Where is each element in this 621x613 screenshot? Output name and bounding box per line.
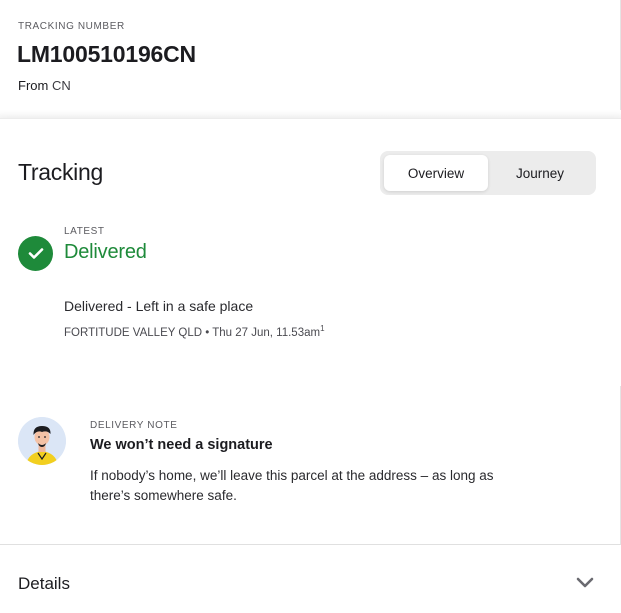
event-description: Delivered - Left in a safe place	[64, 298, 254, 314]
details-accordion[interactable]: Details	[0, 545, 621, 613]
tracking-number: LM100510196CN	[17, 41, 196, 67]
event-footnote[interactable]: 1	[320, 324, 324, 333]
origin-country: CN	[51, 78, 71, 93]
check-circle-icon	[18, 236, 53, 271]
delivery-note-title: We won’t need a signature	[90, 437, 273, 453]
tab-overview[interactable]: Overview	[384, 155, 488, 191]
tab-journey[interactable]: Journey	[488, 155, 592, 191]
chevron-down-icon[interactable]	[575, 575, 595, 589]
delivery-note: DELIVERY NOTE We won’t need a signature …	[0, 386, 621, 545]
latest-label: LATEST	[64, 226, 105, 237]
tracking-header: TRACKING NUMBER LM100510196CN From CN	[0, 0, 621, 118]
delivery-note-label: DELIVERY NOTE	[90, 420, 178, 431]
origin-prefix: From	[18, 78, 49, 93]
delivery-status: Delivered	[64, 241, 147, 263]
delivery-note-body: If nobody’s home, we’ll leave this parce…	[90, 468, 494, 503]
event-meta: FORTITUDE VALLEY QLD • Thu 27 Jun, 11.53…	[64, 324, 325, 339]
tracking-title: Tracking	[18, 159, 103, 185]
view-toggle: Overview Journey	[380, 151, 596, 195]
origin-line: From CN	[18, 78, 71, 93]
event-location-time: FORTITUDE VALLEY QLD • Thu 27 Jun, 11.53…	[64, 326, 321, 339]
details-title: Details	[18, 574, 70, 593]
tracking-number-label: TRACKING NUMBER	[18, 21, 125, 32]
tracking-card: Tracking Overview Journey LATEST Deliver…	[0, 118, 621, 386]
person-avatar-icon	[18, 417, 66, 465]
checkmark-icon	[28, 248, 43, 259]
